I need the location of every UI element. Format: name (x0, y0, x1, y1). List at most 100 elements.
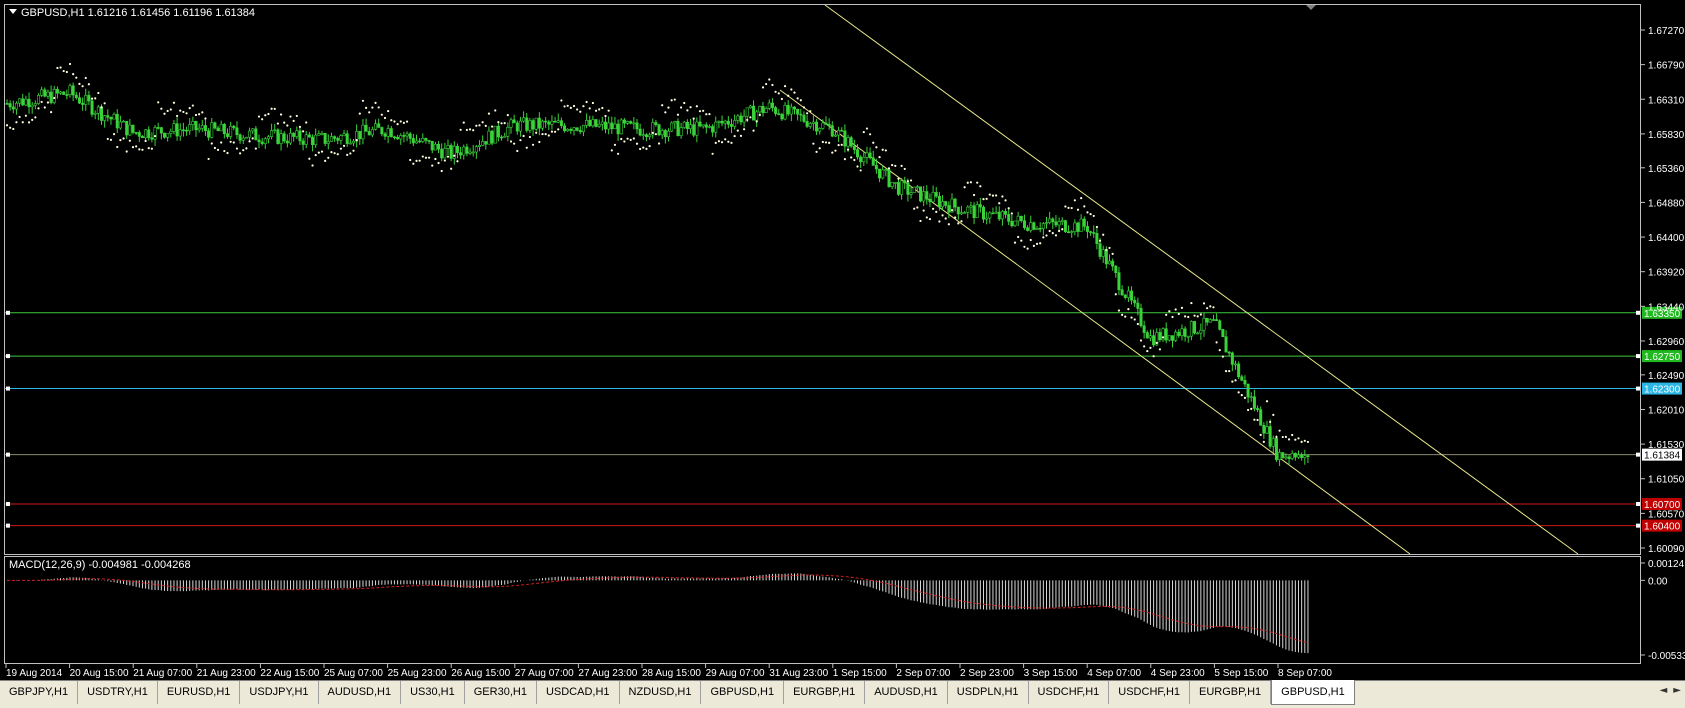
candle-body (585, 119, 589, 126)
level-handle[interactable] (1636, 523, 1640, 528)
sar-dot (777, 92, 780, 95)
sar-dot (487, 112, 491, 115)
sar-dot (824, 141, 828, 144)
level-handle[interactable] (1636, 501, 1640, 506)
chart-tab-ger30-h1[interactable]: GER30,H1 (465, 681, 537, 704)
candle-body (1174, 331, 1178, 341)
level-handle[interactable] (6, 354, 10, 359)
sar-dot (906, 180, 910, 183)
time-tick-label: 19 Aug 2014 (6, 668, 63, 679)
chart-tab-eurgbp-h1[interactable]: EURGBP,H1 (784, 681, 866, 704)
sar-dot (147, 147, 150, 150)
sar-dot (809, 110, 812, 113)
candle-body (481, 141, 485, 146)
scroll-left-icon[interactable]: ◄ (1660, 685, 1668, 696)
horizontal-levels[interactable]: 1.633501.627501.623001.613841.607001.604… (5, 306, 1682, 533)
sar-dot (97, 91, 100, 95)
chart-tab-usdcad-h1[interactable]: USDCAD,H1 (537, 681, 620, 704)
sar-dot (1272, 413, 1275, 416)
chart-shift-marker-icon[interactable] (1306, 5, 1316, 10)
level-handle[interactable] (6, 501, 10, 506)
sar-dot (522, 134, 525, 138)
candle-body (1297, 454, 1301, 458)
candle-body (386, 128, 390, 137)
chart-tab-usdtry-h1[interactable]: USDTRY,H1 (78, 681, 158, 704)
chart-tab-usdjpy-h1[interactable]: USDJPY,H1 (240, 681, 319, 704)
chart-area[interactable]: 1.63350 1.62750 1.62300 1.61384 1.60700 1.604… (0, 0, 1685, 680)
time-axis: 19 Aug 2014 20 Aug 15:00 21 Aug 07:00 21 Au… (5, 664, 1332, 679)
candle-body (815, 121, 819, 132)
candle-body (81, 102, 85, 105)
chart-tab-usdchf-h1[interactable]: USDCHF,H1 (1109, 681, 1191, 704)
candle-body (764, 108, 768, 113)
level-handle[interactable] (6, 452, 10, 457)
candle-body (84, 95, 88, 105)
sar-dot (651, 131, 654, 134)
chart-tab-gbpusd-h1[interactable]: GBPUSD,H1 (1271, 680, 1355, 705)
sar-dot (639, 147, 642, 151)
chart-tab-us30-h1[interactable]: US30,H1 (401, 681, 465, 704)
level-handle[interactable] (1636, 354, 1640, 359)
level-handle[interactable] (6, 386, 10, 391)
candle-body (62, 91, 66, 95)
trend-channel[interactable] (779, 4, 1579, 555)
candle-body (282, 133, 286, 142)
candle-body (351, 140, 355, 144)
scroll-right-icon[interactable]: ► (1673, 685, 1681, 696)
level-handle[interactable] (1636, 452, 1640, 457)
channel-upper-line[interactable] (824, 4, 1579, 555)
candle-body (1082, 218, 1086, 227)
sar-dot (172, 101, 176, 104)
candle-body (1032, 222, 1036, 230)
candle-body (1246, 383, 1250, 398)
sar-dot (377, 106, 380, 109)
candle-body (150, 137, 154, 140)
chart-tab-usdchf-h1[interactable]: USDCHF,H1 (1029, 681, 1110, 704)
candle-body (1196, 332, 1200, 335)
chart-tab-eurgbp-h1[interactable]: EURGBP,H1 (1190, 681, 1272, 704)
sar-dot (267, 112, 270, 116)
candle-body (52, 88, 56, 103)
sar-dot (617, 152, 620, 155)
sar-dot (1180, 306, 1184, 309)
level-handle[interactable] (1636, 386, 1640, 391)
candle-body (1281, 452, 1285, 459)
candle-body (824, 122, 828, 125)
sar-dot (437, 161, 440, 165)
candle-body (503, 135, 507, 138)
sar-dot (1017, 235, 1020, 239)
chart-canvas[interactable]: 1.633501.627501.623001.613841.607001.604… (0, 0, 1685, 680)
chart-tab-gbpjpy-h1[interactable]: GBPJPY,H1 (0, 681, 79, 704)
chart-tab-audusd-h1[interactable]: AUDUSD,H1 (865, 681, 948, 704)
level-handle[interactable] (1636, 310, 1640, 315)
sar-dot (446, 155, 450, 158)
chart-tab-eurusd-h1[interactable]: EURUSD,H1 (158, 681, 241, 704)
candle-body (459, 152, 463, 156)
level-handle[interactable] (6, 310, 10, 315)
sar-dot (1294, 438, 1297, 441)
chart-tab-nzdusd-h1[interactable]: NZDUSD,H1 (620, 681, 702, 704)
candle-body (1070, 231, 1074, 233)
sar-dot (270, 107, 273, 110)
sar-dot (254, 147, 257, 150)
sar-dot (818, 147, 821, 150)
sar-dot (739, 134, 743, 137)
sar-dot (1092, 214, 1095, 218)
chart-tab-usdpln-h1[interactable]: USDPLN,H1 (948, 681, 1029, 704)
sar-dot (985, 197, 988, 200)
candle-body (1089, 231, 1093, 233)
candle-body (887, 169, 891, 187)
candle-body (855, 149, 859, 158)
sar-dot (1196, 315, 1199, 318)
candle-body (244, 136, 248, 139)
chart-tab-gbpusd-h1[interactable]: GBPUSD,H1 (701, 681, 785, 704)
triangle-down-icon[interactable] (9, 9, 17, 14)
candle-body (118, 121, 122, 129)
candle-body (500, 136, 504, 139)
chart-tab-audusd-h1[interactable]: AUDUSD,H1 (319, 681, 402, 704)
level-handle[interactable] (6, 523, 10, 528)
chart-tab-bar: GBPJPY,H1 USDTRY,H1 EURUSD,H1 USDJPY,H1 AUDU… (0, 680, 1685, 708)
time-tick-label: 2 Sep 07:00 (896, 668, 950, 679)
sar-dot (229, 140, 232, 143)
sar-dot (661, 104, 664, 107)
